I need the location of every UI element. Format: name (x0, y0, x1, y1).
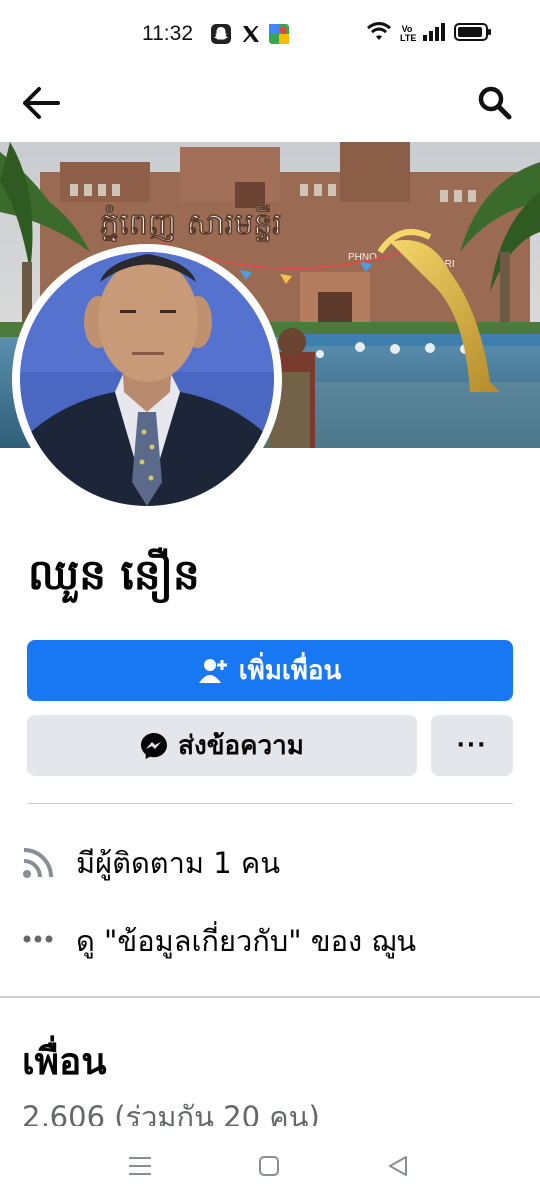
top-nav (0, 70, 540, 142)
add-friend-button[interactable]: เพิ่มเพื่อน (27, 640, 513, 701)
avatar[interactable] (12, 244, 282, 514)
back-button[interactable] (18, 80, 64, 126)
battery-icon (454, 22, 492, 46)
section-separator (0, 996, 540, 998)
recent-apps-button[interactable] (124, 1150, 156, 1182)
home-square-icon (259, 1156, 279, 1176)
wifi-icon (366, 22, 392, 46)
more-dots-icon (20, 923, 56, 959)
about-row[interactable]: ดู "ข้อมูลเกี่ยวกับ" ของ ฌูน (20, 918, 530, 964)
arrow-left-icon (23, 87, 60, 119)
more-icon: ··· (456, 733, 488, 758)
snapchat-icon (210, 23, 232, 45)
system-back-button[interactable] (382, 1150, 414, 1182)
about-text: ดู "ข้อมูลเกี่ยวกับ" ของ ฌูน (76, 924, 417, 958)
status-bar: 11:32 Vo LTE (0, 0, 540, 70)
add-friend-label: เพิ่มเพื่อน (238, 656, 342, 686)
maps-icon (268, 23, 290, 45)
avatar-photo (20, 252, 274, 506)
message-button[interactable]: ส่งข้อความ (27, 715, 417, 776)
add-person-icon (198, 658, 227, 683)
messenger-icon (141, 732, 168, 759)
search-button[interactable] (472, 80, 518, 126)
friends-count[interactable]: 2,606 (ร่วมกัน 20 คน) (22, 1094, 320, 1126)
divider (27, 803, 513, 804)
message-label: ส่งข้อความ (178, 731, 304, 761)
rss-icon (20, 845, 56, 881)
menu-icon (129, 1157, 151, 1175)
followers-text: มีผู้ติดตาม 1 คน (76, 846, 281, 880)
system-nav-bar (0, 1130, 540, 1200)
cover-sign-text: ភ្នំពេញ សារមន្ទីរ (100, 204, 282, 242)
followers-row: มีผู้ติดตาม 1 คน (20, 840, 530, 886)
x-icon (240, 23, 262, 45)
profile-name: ឈួន នឿន (28, 550, 200, 599)
signal-icon (422, 22, 446, 46)
search-icon (478, 86, 512, 120)
status-time: 11:32 (142, 22, 193, 45)
more-options-button[interactable]: ··· (431, 715, 513, 776)
friends-title: เพื่อน (22, 1040, 107, 1083)
triangle-back-icon (389, 1156, 407, 1176)
home-button[interactable] (253, 1150, 285, 1182)
volte-icon: Vo LTE (400, 24, 417, 43)
